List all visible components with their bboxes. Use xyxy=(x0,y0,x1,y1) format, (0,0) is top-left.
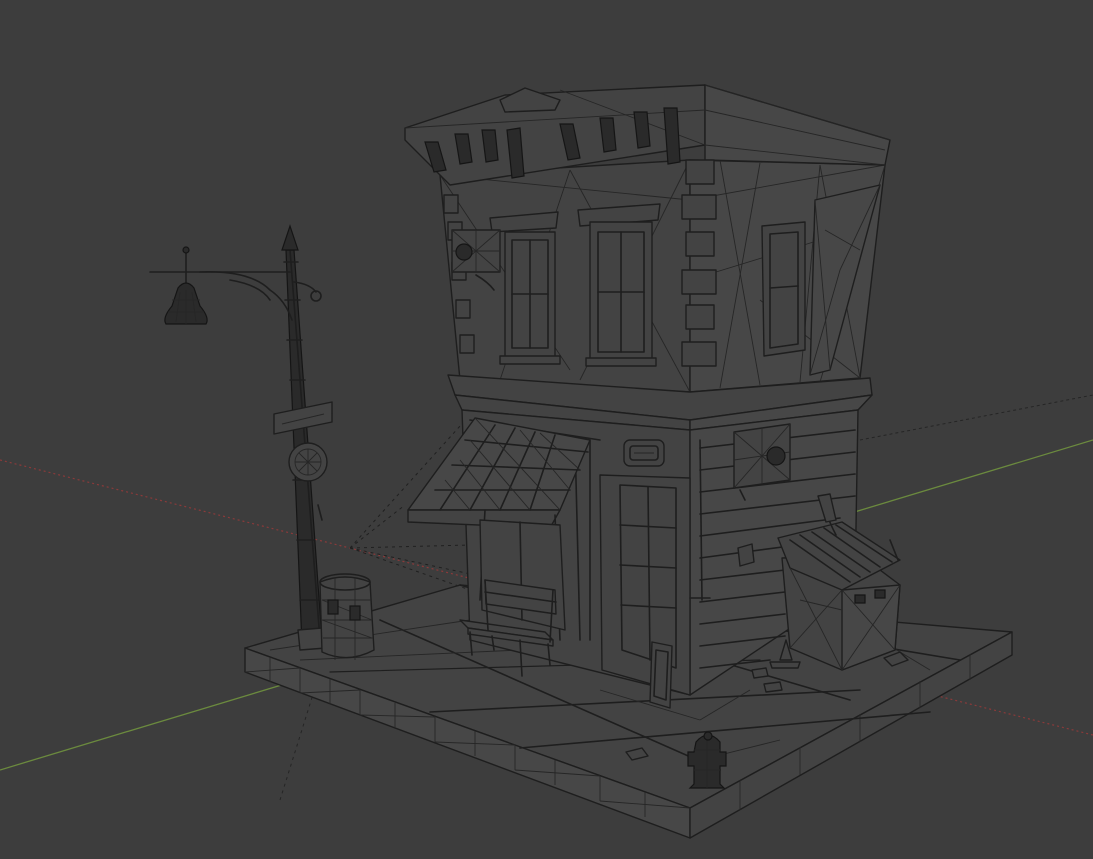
round-sign xyxy=(288,442,328,482)
guide-line xyxy=(859,394,1093,441)
shop-door[interactable] xyxy=(599,474,691,696)
upper-window-2 xyxy=(577,203,661,367)
lamp-bell xyxy=(164,246,208,325)
wall-poster xyxy=(737,543,755,567)
street-lamp[interactable] xyxy=(149,224,333,651)
barrel[interactable] xyxy=(319,573,375,660)
a-frame-sign xyxy=(649,641,673,709)
wireframe-scene xyxy=(0,84,1093,839)
upper-window-3 xyxy=(761,221,806,357)
3d-viewport[interactable] xyxy=(0,0,1093,859)
shop-sign xyxy=(623,439,665,467)
